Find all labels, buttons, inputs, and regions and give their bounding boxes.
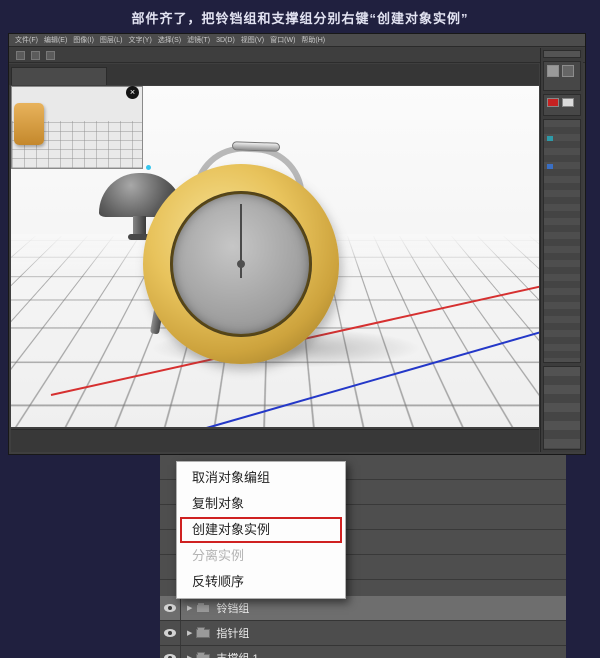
menu-item-3d[interactable]: 3D(D) [216,37,235,44]
menu-bar: 文件(F) 编辑(E) 图像(I) 图层(L) 文字(Y) 选择(S) 滤镜(T… [9,34,585,47]
panel-3d-scene-list[interactable] [543,366,581,450]
layer-row-bell-group[interactable]: ▶ 铃铛组 [160,596,566,621]
panel-thumbnails[interactable] [543,61,581,91]
close-icon[interactable]: × [126,86,139,99]
panel-layer-list[interactable] [543,119,581,363]
thumbnail-icon[interactable] [547,65,559,77]
menu-item-view[interactable]: 视图(V) [241,35,264,45]
panel-tab-strip[interactable] [543,50,581,58]
tutorial-image: 部件齐了，把铃铛组和支撑组分别右键“创建对象实例” 文件(F) 编辑(E) 图像… [0,0,600,658]
layer-color-chip [547,164,553,169]
expand-triangle-icon[interactable]: ▶ [187,654,192,658]
menu-item-window[interactable]: 窗口(W) [270,35,295,45]
layer-row-label[interactable]: 支撑组 1 [216,650,258,658]
eye-icon[interactable] [164,604,176,612]
visibility-cell[interactable] [160,646,181,658]
context-menu: 取消对象编组 复制对象 创建对象实例 分离实例 反转顺序 [176,461,346,599]
layer-color-chip [547,136,553,141]
document-tab[interactable] [11,67,107,85]
menu-item-layer[interactable]: 图层(L) [100,35,123,45]
3d-widget-dot [146,165,151,170]
layer-row-support-group[interactable]: ▶ 支撑组 1 [160,646,566,658]
menu-item-image[interactable]: 图像(I) [73,35,94,45]
grey-swatch[interactable] [562,98,574,107]
visibility-cell[interactable] [160,621,181,645]
thumbnail-icon[interactable] [562,65,574,77]
3d-viewport[interactable]: × [11,86,539,427]
expand-triangle-icon[interactable]: ▶ [187,629,192,637]
caption-text: 部件齐了，把铃铛组和支撑组分别右键“创建对象实例” [131,11,469,26]
folder-icon [196,601,211,613]
tool-icon[interactable] [31,50,40,60]
layer-row-pointer-group[interactable]: ▶ 指针组 [160,621,566,646]
document-tab-bar [9,64,539,85]
menu-item-type[interactable]: 文字(Y) [128,35,151,45]
menu-item-help[interactable]: 帮助(H) [301,35,325,45]
folder-icon [196,651,211,658]
bell-stem [133,216,146,235]
red-swatch[interactable] [547,98,559,107]
tool-icon[interactable] [16,50,25,60]
photoshop-window: 文件(F) 编辑(E) 图像(I) 图层(L) 文字(Y) 选择(S) 滤镜(T… [8,33,586,455]
menu-item-reverse-order[interactable]: 反转顺序 [177,569,345,595]
menu-item-edit[interactable]: 编辑(E) [44,35,67,45]
panel-swatches[interactable] [543,94,581,116]
right-panel-dock [540,48,583,452]
layer-row-label[interactable]: 指针组 [216,625,249,641]
status-bar [11,429,539,452]
clock-center-hub [237,260,245,268]
secondary-view-window[interactable]: × [11,86,143,169]
highlight-box [180,517,342,543]
menu-item-filter[interactable]: 滤镜(T) [187,35,210,45]
menu-item-file[interactable]: 文件(F) [15,35,38,45]
tool-icon[interactable] [46,50,55,60]
menu-item-create-instance[interactable]: 创建对象实例 [177,517,345,543]
options-bar [9,48,585,63]
folder-icon [196,626,211,638]
menu-item-ungroup-objects[interactable]: 取消对象编组 [177,465,345,491]
menu-item-duplicate-object[interactable]: 复制对象 [177,491,345,517]
clock-handle-grip [231,141,281,152]
visibility-cell[interactable] [160,596,181,620]
eye-icon[interactable] [164,654,176,658]
eye-icon[interactable] [164,629,176,637]
layer-row-label[interactable]: 铃铛组 [216,600,249,616]
menu-item-separate-instance: 分离实例 [192,548,245,563]
menu-item-select[interactable]: 选择(S) [158,35,181,45]
secondary-view-object [14,103,44,145]
expand-triangle-icon[interactable]: ▶ [187,604,192,612]
